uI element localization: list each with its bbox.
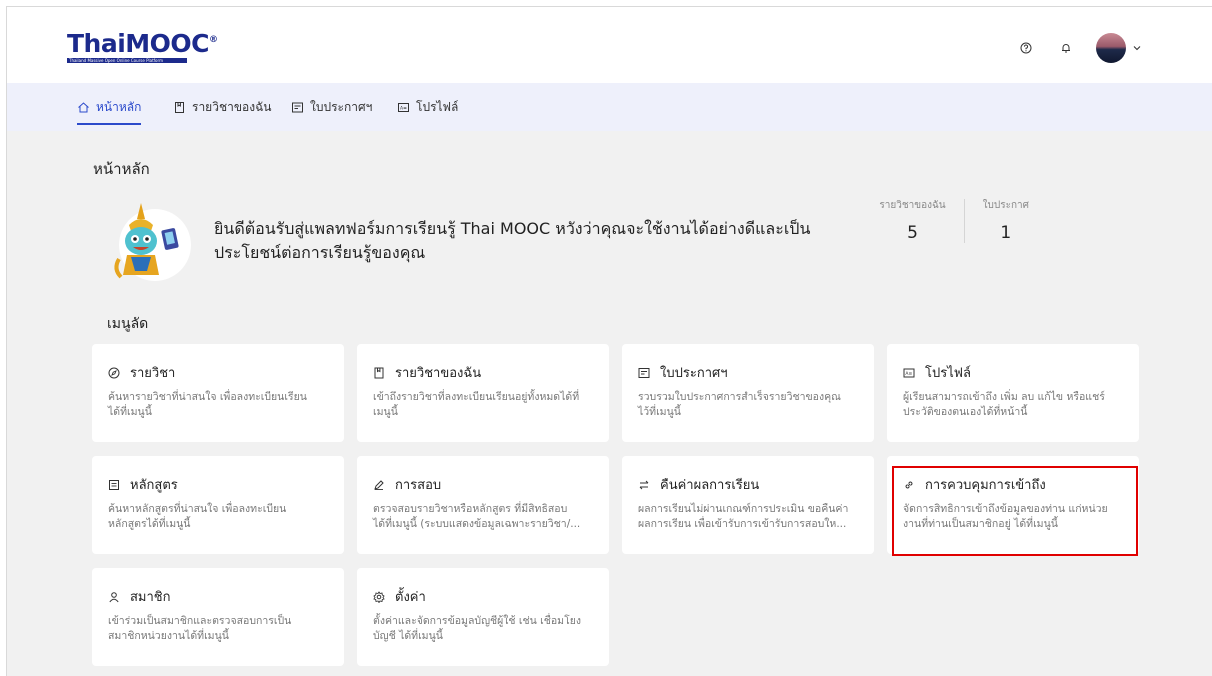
card-description: ผลการเรียนไม่ผ่านเกณฑ์การประเมิน ขอคืนค่… bbox=[638, 503, 849, 530]
stats-summary: รายวิชาของฉัน 5 ใบประกาศ 1 bbox=[861, 199, 1047, 243]
help-circle-icon[interactable] bbox=[1014, 36, 1038, 60]
card-settings[interactable]: ตั้งค่า ตั้งค่าและจัดการข้อมูลบัญชีผู้ใช… bbox=[357, 568, 609, 666]
nav-item-my-courses[interactable]: รายวิชาของฉัน bbox=[173, 83, 271, 131]
user-menu[interactable] bbox=[1096, 33, 1142, 63]
nav-item-profile[interactable]: A≡ โปรไฟล์ bbox=[397, 83, 458, 131]
card-title: โปรไฟล์ bbox=[925, 366, 971, 381]
card-description: จัดการสิทธิการเข้าถึงข้อมูลของท่าน แก่หน… bbox=[903, 503, 1108, 530]
card-reset-results[interactable]: คืนค่าผลการเรียน ผลการเรียนไม่ผ่านเกณฑ์ก… bbox=[622, 456, 874, 554]
page-title: หน้าหลัก bbox=[93, 160, 150, 178]
bookmark-icon bbox=[374, 367, 384, 378]
certificate-icon bbox=[638, 367, 650, 378]
mascot-illustration bbox=[114, 203, 191, 281]
app-window: ThaiMOOC® Thailand Massive Open Online C… bbox=[6, 6, 1212, 676]
stat-my-courses: รายวิชาของฉัน 5 bbox=[879, 200, 946, 243]
card-title: รายวิชาของฉัน bbox=[395, 366, 482, 381]
card-my-courses[interactable]: รายวิชาของฉัน เข้าถึงรายวิชาที่ลงทะเบียน… bbox=[357, 344, 609, 442]
card-title: การควบคุมการเข้าถึง bbox=[925, 478, 1046, 493]
home-icon bbox=[78, 101, 89, 112]
quick-menu-title: เมนูลัด bbox=[107, 316, 149, 332]
card-description: เข้าถึงรายวิชาที่ลงทะเบียนเรียนอยู่ทั้งห… bbox=[373, 391, 580, 418]
swap-icon bbox=[639, 480, 649, 489]
card-title: ใบประกาศฯ bbox=[660, 366, 728, 381]
top-bar: ThaiMOOC® Thailand Massive Open Online C… bbox=[7, 7, 1212, 83]
card-access-control[interactable]: การควบคุมการเข้าถึง จัดการสิทธิการเข้าถึ… bbox=[887, 456, 1139, 554]
nav-label: รายวิชาของฉัน bbox=[192, 99, 272, 114]
card-title: หลักสูตร bbox=[130, 478, 178, 493]
list-box-icon bbox=[109, 479, 119, 490]
compass-icon bbox=[108, 367, 120, 378]
card-title: การสอบ bbox=[395, 478, 442, 493]
card-title: ตั้งค่า bbox=[395, 590, 426, 605]
gear-icon bbox=[373, 590, 385, 603]
card-description: ตั้งค่าและจัดการข้อมูลบัญชีผู้ใช้ เช่น เ… bbox=[373, 615, 581, 642]
certificate-icon bbox=[292, 102, 303, 112]
card-exam[interactable]: การสอบ ตรวจสอบรายวิชาหรือหลักสูตร ที่มีส… bbox=[357, 456, 609, 554]
logo-subtitle: Thailand Massive Open Online Course Plat… bbox=[67, 58, 187, 63]
card-description: เข้าร่วมเป็นสมาชิกและตรวจสอบการเป็น สมาชิ… bbox=[108, 615, 292, 642]
svg-text:A≡: A≡ bbox=[905, 371, 912, 377]
nav-item-certificates[interactable]: ใบประกาศฯ bbox=[291, 83, 372, 131]
svg-text:A≡: A≡ bbox=[400, 105, 407, 111]
nav-label: โปรไฟล์ bbox=[416, 99, 459, 114]
nav-label: หน้าหลัก bbox=[96, 99, 142, 114]
card-membership[interactable]: สมาชิก เข้าร่วมเป็นสมาชิกและตรวจสอบการเป… bbox=[92, 568, 344, 666]
thaimooc-logo[interactable]: ThaiMOOC® Thailand Massive Open Online C… bbox=[67, 31, 218, 71]
id-card-icon: A≡ bbox=[398, 102, 409, 112]
card-profile[interactable]: A≡ โปรไฟล์ ผู้เรียนสามารถเข้าถึง เพิ่ม ล… bbox=[887, 344, 1139, 442]
card-programs[interactable]: หลักสูตร ค้นหาหลักสูตรที่น่าสนใจ เพื่อลง… bbox=[92, 456, 344, 554]
chevron-down-icon[interactable] bbox=[1132, 43, 1142, 53]
card-description: ผู้เรียนสามารถเข้าถึง เพิ่ม ลบ แก้ไข หรื… bbox=[903, 391, 1105, 418]
card-description: ค้นหาหลักสูตรที่น่าสนใจ เพื่อลงทะเบียน หล… bbox=[108, 503, 287, 530]
welcome-text: ยินดีต้อนรับสู่แพลทฟอร์มการเรียนรู้ Thai… bbox=[214, 219, 811, 262]
logo-text: ThaiMOOC® bbox=[67, 29, 218, 58]
welcome-banner: ยินดีต้อนรับสู่แพลทฟอร์มการเรียนรู้ Thai… bbox=[107, 199, 1137, 289]
card-description: รวบรวมใบประกาศการสำเร็จรายวิชาของคุณ ไว้ท… bbox=[638, 391, 841, 418]
card-title: คืนค่าผลการเรียน bbox=[660, 478, 760, 493]
card-title: สมาชิก bbox=[130, 590, 171, 605]
pen-icon bbox=[374, 479, 384, 490]
link-icon bbox=[905, 481, 913, 488]
stat-certificates: ใบประกาศ 1 bbox=[963, 199, 1047, 243]
nav-label: ใบประกาศฯ bbox=[310, 99, 373, 114]
id-card-icon: A≡ bbox=[903, 368, 915, 377]
nav-item-home[interactable]: หน้าหลัก bbox=[77, 83, 142, 131]
avatar[interactable] bbox=[1096, 33, 1126, 63]
card-certificates[interactable]: ใบประกาศฯ รวบรวมใบประกาศการสำเร็จรายวิชา… bbox=[622, 344, 874, 442]
main-nav: หน้าหลัก รายวิชาของฉัน ใบประกาศฯ A≡ โปรไ… bbox=[7, 83, 1212, 131]
user-icon bbox=[109, 591, 119, 602]
bell-icon[interactable] bbox=[1054, 36, 1078, 60]
card-courses[interactable]: รายวิชา ค้นหารายวิชาที่น่าสนใจ เพื่อลงทะ… bbox=[92, 344, 344, 442]
card-title: รายวิชา bbox=[130, 366, 176, 381]
card-description: ค้นหารายวิชาที่น่าสนใจ เพื่อลงทะเบียนเรี… bbox=[108, 391, 307, 418]
bookmark-icon bbox=[175, 101, 184, 113]
card-description: ตรวจสอบรายวิชาหรือหลักสูตร ที่มีสิทธิสอบ… bbox=[373, 503, 581, 530]
